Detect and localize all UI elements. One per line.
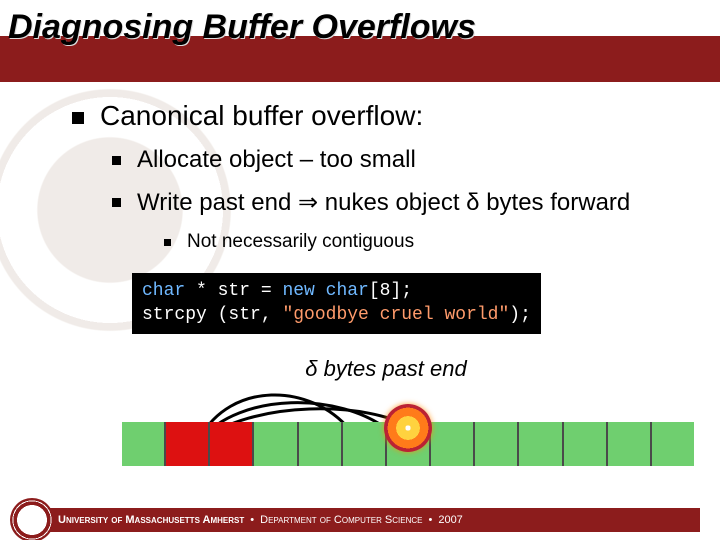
- slide: Diagnosing Buffer Overflows Canonical bu…: [0, 0, 720, 540]
- footer-seal-icon: [10, 498, 54, 540]
- slide-title: Diagnosing Buffer Overflows: [8, 8, 476, 47]
- cell-free: [564, 422, 608, 466]
- code-string: "goodbye cruel world": [282, 305, 509, 325]
- cell-free: [652, 422, 694, 466]
- code-text: * str =: [185, 281, 282, 301]
- code-text: strcpy (str,: [142, 305, 282, 325]
- code-keyword: char: [142, 281, 185, 301]
- footer-band: University of Massachusetts Amherst • De…: [50, 508, 700, 532]
- bullet-text: Allocate object – too small: [137, 146, 416, 174]
- bullet-icon: [112, 198, 121, 207]
- separator-dot-icon: •: [250, 514, 254, 526]
- cell-free: [122, 422, 166, 466]
- separator-dot-icon: •: [428, 514, 432, 526]
- footer-university: University of Massachusetts Amherst: [58, 514, 244, 526]
- code-text: [8];: [369, 281, 412, 301]
- bullet-level-2: Allocate object – too small: [112, 146, 700, 174]
- memory-diagram: [122, 394, 694, 474]
- bullet-text: Not necessarily contiguous: [187, 231, 414, 253]
- cell-free: [608, 422, 652, 466]
- bullet-icon: [164, 239, 171, 246]
- bullet-icon: [112, 156, 121, 165]
- bullet-text: Write past end ⇒ nukes object δ bytes fo…: [137, 188, 630, 217]
- footer-year: 2007: [438, 514, 462, 526]
- cell-free: [343, 422, 387, 466]
- bullet-level-3: Not necessarily contiguous: [164, 231, 700, 253]
- code-block: char * str = new char[8]; strcpy (str, "…: [132, 273, 541, 334]
- footer-department: Department of Computer Science: [260, 514, 422, 526]
- bullet-icon: [72, 112, 84, 124]
- explosion-icon: [384, 404, 432, 452]
- cell-free: [431, 422, 475, 466]
- bullet-text: Canonical buffer overflow:: [100, 100, 423, 132]
- cell-free: [299, 422, 343, 466]
- content-area: Canonical buffer overflow: Allocate obje…: [72, 100, 700, 474]
- annotation-label: δ bytes past end: [72, 356, 700, 382]
- code-text: );: [509, 305, 531, 325]
- cell-free: [254, 422, 298, 466]
- cell-free: [475, 422, 519, 466]
- cell-allocated: [166, 422, 210, 466]
- code-keyword: new char: [282, 281, 368, 301]
- cell-free: [519, 422, 563, 466]
- bullet-level-1: Canonical buffer overflow:: [72, 100, 700, 132]
- cell-allocated: [210, 422, 254, 466]
- bullet-level-2: Write past end ⇒ nukes object δ bytes fo…: [112, 188, 700, 217]
